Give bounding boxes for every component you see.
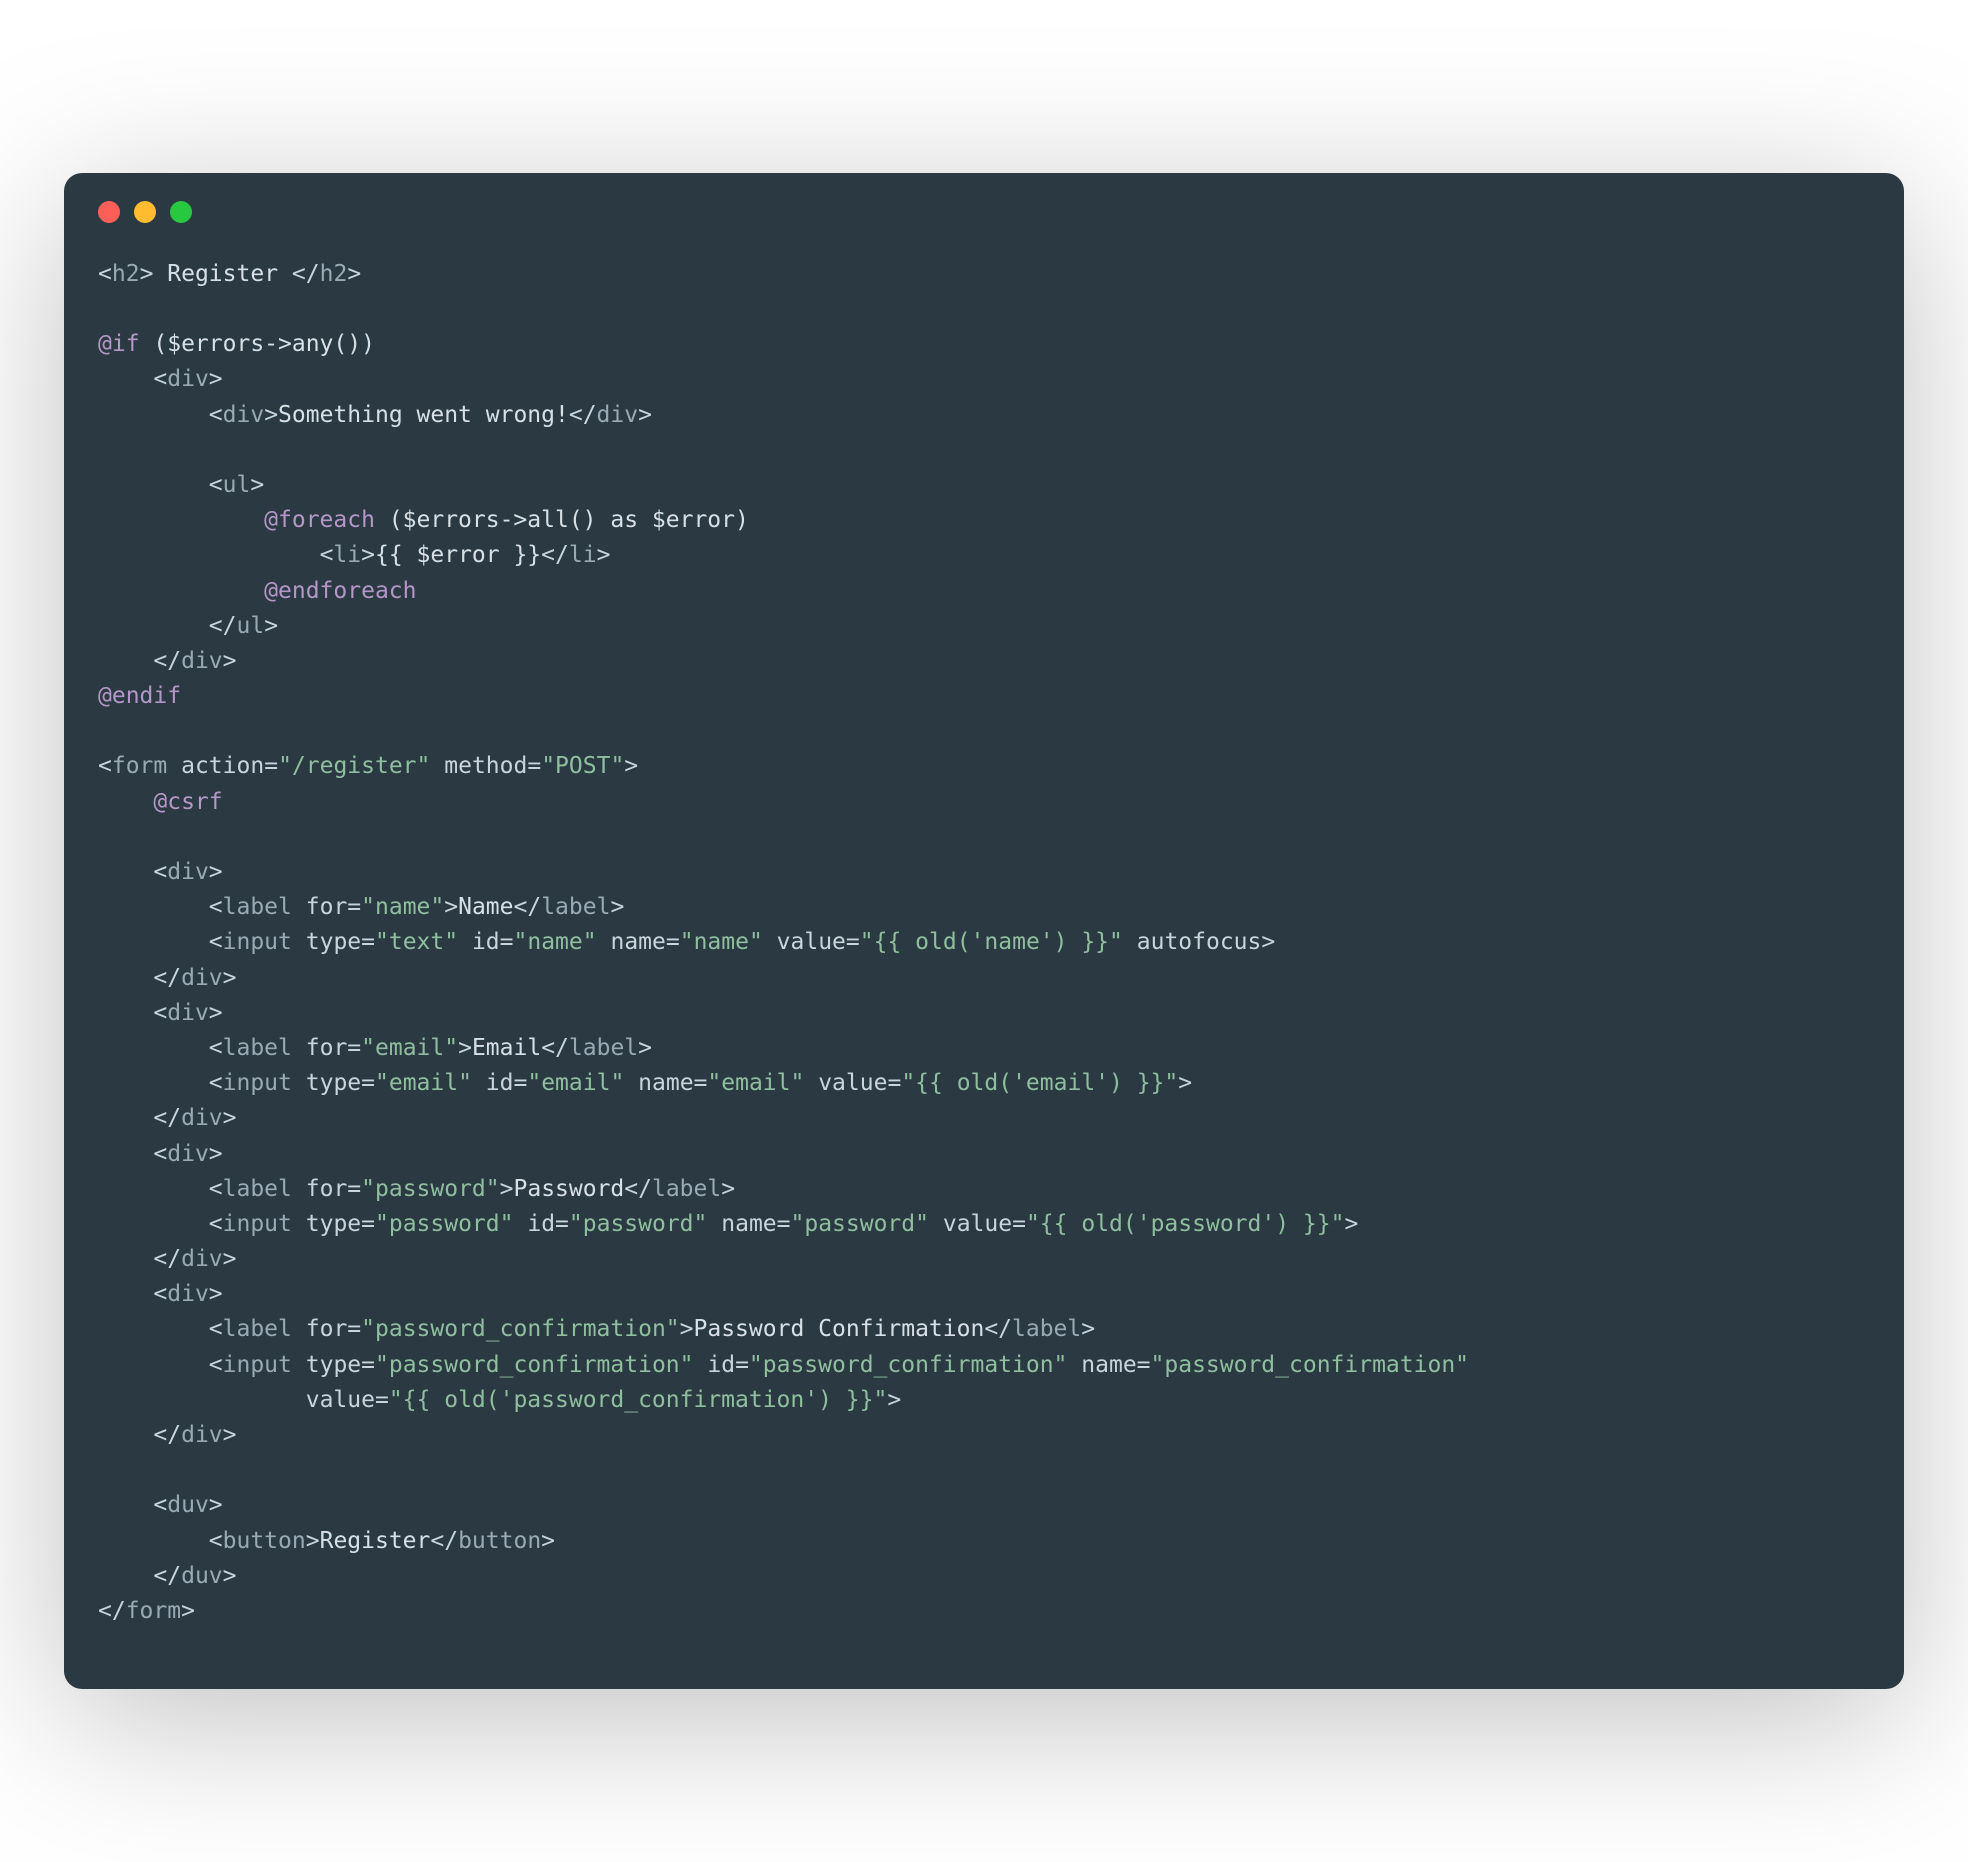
code-line: <div>: [98, 1281, 223, 1307]
code-line: <input type="text" id="name" name="name"…: [98, 929, 1275, 955]
code-line: </div>: [98, 1246, 237, 1272]
code-line: @csrf: [98, 789, 223, 815]
code-line: </div>: [98, 965, 237, 991]
code-line: </div>: [98, 1105, 237, 1131]
editor-window: <h2> Register </h2> @if ($errors->any())…: [64, 173, 1904, 1689]
editor-frame-outer: <h2> Register </h2> @if ($errors->any())…: [64, 173, 1904, 1689]
code-line: @endforeach: [98, 578, 417, 604]
code-line: <label for="password">Password</label>: [98, 1176, 735, 1202]
code-line: <input type="password_confirmation" id="…: [98, 1352, 1469, 1378]
code-line: </ul>: [98, 613, 278, 639]
code-line: <form action="/register" method="POST">: [98, 753, 638, 779]
code-line: <div>: [98, 859, 223, 885]
code-line: <duv>: [98, 1492, 223, 1518]
code-line: <h2> Register </h2>: [98, 261, 361, 287]
code-line: <ul>: [98, 472, 264, 498]
code-editor[interactable]: <h2> Register </h2> @if ($errors->any())…: [98, 257, 1870, 1629]
code-line: <div>: [98, 1141, 223, 1167]
minimize-icon[interactable]: [134, 201, 156, 223]
code-line: <div>: [98, 366, 223, 392]
code-line: <label for="email">Email</label>: [98, 1035, 652, 1061]
code-line: <li>{{ $error }}</li>: [98, 542, 610, 568]
code-line: <button>Register</button>: [98, 1528, 555, 1554]
code-line: @endif: [98, 683, 181, 709]
code-line: </duv>: [98, 1563, 237, 1589]
code-line: @foreach ($errors->all() as $error): [98, 507, 749, 533]
code-line: </div>: [98, 1422, 237, 1448]
code-line: </form>: [98, 1598, 195, 1624]
close-icon[interactable]: [98, 201, 120, 223]
maximize-icon[interactable]: [170, 201, 192, 223]
code-line: </div>: [98, 648, 237, 674]
code-line: value="{{ old('password_confirmation') }…: [98, 1387, 901, 1413]
code-line: <label for="name">Name</label>: [98, 894, 624, 920]
code-line: <input type="password" id="password" nam…: [98, 1211, 1358, 1237]
code-line: <div>Something went wrong!</div>: [98, 402, 652, 428]
code-line: <div>: [98, 1000, 223, 1026]
code-line: <label for="password_confirmation">Passw…: [98, 1316, 1095, 1342]
code-line: @if ($errors->any()): [98, 331, 375, 357]
window-titlebar: [98, 201, 1870, 223]
code-line: <input type="email" id="email" name="ema…: [98, 1070, 1192, 1096]
